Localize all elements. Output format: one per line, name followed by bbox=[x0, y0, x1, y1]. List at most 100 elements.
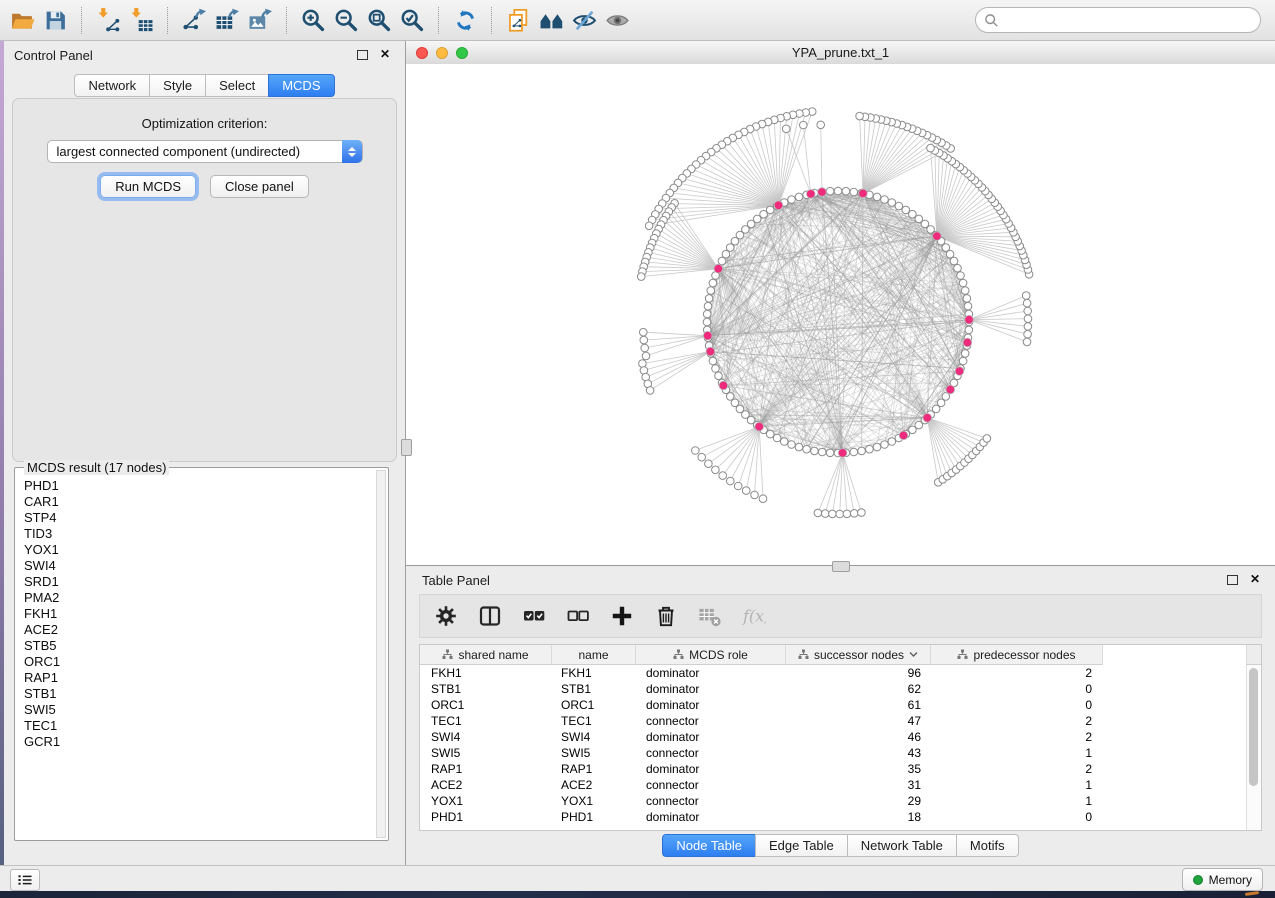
tab-motifs[interactable]: Motifs bbox=[956, 834, 1019, 857]
export-table-button[interactable] bbox=[211, 4, 244, 37]
mcds-result-node[interactable]: PMA2 bbox=[16, 590, 375, 606]
table-row[interactable]: ORC1ORC1dominator610 bbox=[420, 697, 1246, 713]
table-row[interactable]: SWI5SWI5connector431 bbox=[420, 745, 1246, 761]
column-header-MCDS-role[interactable]: MCDS role bbox=[636, 645, 786, 665]
deselect-all-button[interactable] bbox=[564, 603, 591, 630]
mcds-list-scrollbar[interactable] bbox=[376, 470, 386, 838]
show-all-button[interactable] bbox=[601, 4, 634, 37]
table-row[interactable]: STB1STB1dominator620 bbox=[420, 681, 1246, 697]
mcds-result-node[interactable]: SWI4 bbox=[16, 558, 375, 574]
import-table-button[interactable] bbox=[125, 4, 158, 37]
column-header-name[interactable]: name bbox=[552, 645, 636, 665]
table-mode-button[interactable] bbox=[432, 603, 459, 630]
delete-columns-button[interactable] bbox=[652, 603, 679, 630]
import-network-button[interactable] bbox=[92, 4, 125, 37]
column-namespace-icon bbox=[957, 649, 968, 660]
table-scrollbar[interactable] bbox=[1246, 645, 1261, 830]
show-columns-button[interactable] bbox=[476, 603, 503, 630]
table-row[interactable]: ACE2ACE2connector311 bbox=[420, 777, 1246, 793]
node-table: shared name nameMCDS rolesuccessor nodesp… bbox=[419, 644, 1262, 831]
mcds-result-node[interactable]: STB1 bbox=[16, 686, 375, 702]
close-panel-icon[interactable]: ✕ bbox=[380, 47, 390, 61]
mcds-result-list[interactable]: PHD1CAR1STP4TID3YOX1SWI4SRD1PMA2FKH1ACE2… bbox=[16, 478, 375, 839]
mcds-result-node[interactable]: GCR1 bbox=[16, 734, 375, 750]
table-cell: ACE2 bbox=[420, 777, 552, 793]
tab-edge-table[interactable]: Edge Table bbox=[755, 834, 848, 857]
mcds-result-node[interactable]: STB5 bbox=[16, 638, 375, 654]
search-box[interactable] bbox=[975, 7, 1261, 33]
mcds-result-node[interactable]: CAR1 bbox=[16, 494, 375, 510]
float-table-panel-icon[interactable] bbox=[1227, 575, 1238, 585]
table-cell: 18 bbox=[786, 809, 931, 825]
tab-mcds[interactable]: MCDS bbox=[268, 74, 334, 97]
mcds-result-node[interactable]: PHD1 bbox=[16, 478, 375, 494]
select-all-icon bbox=[522, 604, 546, 628]
column-header-successor-nodes[interactable]: successor nodes bbox=[786, 645, 931, 665]
tab-network[interactable]: Network bbox=[74, 74, 150, 97]
control-panel-titlebar: Control Panel ✕ bbox=[4, 41, 405, 69]
run-mcds-button[interactable]: Run MCDS bbox=[100, 175, 196, 198]
tab-style[interactable]: Style bbox=[149, 74, 206, 97]
table-row[interactable]: TEC1TEC1connector472 bbox=[420, 713, 1246, 729]
vertical-splitter-handle[interactable] bbox=[401, 439, 412, 456]
apply-preferred-layout-icon bbox=[453, 8, 478, 33]
table-cell: dominator bbox=[636, 681, 786, 697]
table-row[interactable]: SWI4SWI4dominator462 bbox=[420, 729, 1246, 745]
table-cell: SWI5 bbox=[552, 745, 636, 761]
mcds-result-node[interactable]: ACE2 bbox=[16, 622, 375, 638]
zoom-out-button[interactable] bbox=[330, 4, 363, 37]
mcds-result-node[interactable]: SRD1 bbox=[16, 574, 375, 590]
save-session-button[interactable] bbox=[39, 4, 72, 37]
create-column-button[interactable] bbox=[608, 603, 635, 630]
open-file-button[interactable] bbox=[6, 4, 39, 37]
table-row[interactable]: YOX1YOX1connector291 bbox=[420, 793, 1246, 809]
close-table-panel-icon[interactable]: ✕ bbox=[1250, 572, 1260, 586]
export-image-button[interactable] bbox=[244, 4, 277, 37]
column-header-shared-name[interactable]: shared name bbox=[420, 645, 552, 665]
close-panel-button[interactable]: Close panel bbox=[210, 175, 309, 198]
table-cell: STB1 bbox=[420, 681, 552, 697]
new-network-from-selection-button[interactable] bbox=[502, 4, 535, 37]
zoom-fit-icon bbox=[367, 8, 392, 33]
table-row[interactable]: PHD1PHD1dominator180 bbox=[420, 809, 1246, 825]
table-cell: PHD1 bbox=[420, 809, 552, 825]
optimization-criterion-select[interactable]: largest connected component (undirected) bbox=[47, 140, 363, 163]
horizontal-splitter-handle[interactable] bbox=[832, 561, 850, 572]
table-row[interactable]: FKH1FKH1dominator962 bbox=[420, 665, 1246, 681]
network-window-titlebar: YPA_prune.txt_1 bbox=[406, 41, 1275, 65]
select-all-button[interactable] bbox=[520, 603, 547, 630]
svg-text:f(x): f(x) bbox=[742, 607, 766, 626]
hide-selected-button[interactable] bbox=[568, 4, 601, 37]
mcds-result-node[interactable]: ORC1 bbox=[16, 654, 375, 670]
mcds-result-node[interactable]: SWI5 bbox=[16, 702, 375, 718]
import-network-icon bbox=[96, 8, 121, 33]
tab-select[interactable]: Select bbox=[205, 74, 269, 97]
task-history-button[interactable] bbox=[10, 869, 40, 891]
zoom-fit-button[interactable] bbox=[363, 4, 396, 37]
column-header-label: shared name bbox=[458, 648, 528, 662]
sort-descending-icon bbox=[909, 651, 918, 658]
column-header-predecessor-nodes[interactable]: predecessor nodes bbox=[931, 645, 1103, 665]
tab-network-table[interactable]: Network Table bbox=[847, 834, 957, 857]
tab-node-table[interactable]: Node Table bbox=[662, 834, 756, 857]
mcds-result-node[interactable]: TEC1 bbox=[16, 718, 375, 734]
memory-button[interactable]: Memory bbox=[1182, 868, 1263, 891]
table-row[interactable]: RAP1RAP1dominator352 bbox=[420, 761, 1246, 777]
first-neighbors-icon bbox=[539, 8, 564, 33]
table-cell: connector bbox=[636, 777, 786, 793]
search-input[interactable] bbox=[1004, 9, 1260, 31]
mcds-result-node[interactable]: FKH1 bbox=[16, 606, 375, 622]
first-neighbors-button[interactable] bbox=[535, 4, 568, 37]
zoom-in-button[interactable] bbox=[297, 4, 330, 37]
mcds-result-node[interactable]: RAP1 bbox=[16, 670, 375, 686]
apply-preferred-layout-button[interactable] bbox=[449, 4, 482, 37]
mcds-result-node[interactable]: YOX1 bbox=[16, 542, 375, 558]
float-window-icon[interactable] bbox=[357, 50, 368, 60]
table-cell: FKH1 bbox=[420, 665, 552, 681]
zoom-selected-button[interactable] bbox=[396, 4, 429, 37]
export-network-button[interactable] bbox=[178, 4, 211, 37]
table-scrollbar-thumb[interactable] bbox=[1249, 668, 1258, 786]
mcds-result-node[interactable]: TID3 bbox=[16, 526, 375, 542]
network-canvas[interactable] bbox=[406, 64, 1275, 565]
mcds-result-node[interactable]: STP4 bbox=[16, 510, 375, 526]
